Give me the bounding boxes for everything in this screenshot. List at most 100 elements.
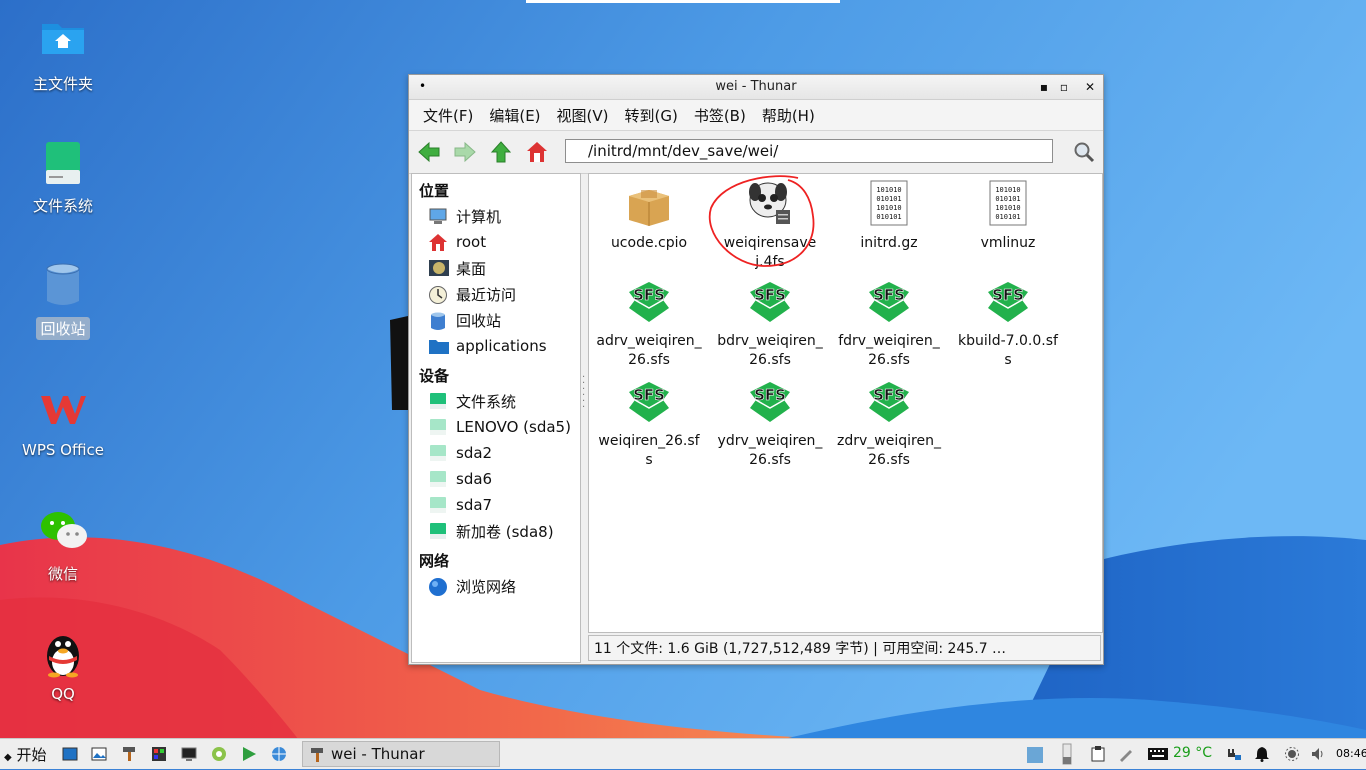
- desktop-icon-wechat[interactable]: 微信: [13, 508, 113, 585]
- file-item[interactable]: SFS zdrv_weiqiren_ 26.sfs: [830, 378, 948, 470]
- image-viewer-icon[interactable]: [91, 746, 107, 762]
- file-item[interactable]: SFS weiqiren_26.sf s: [590, 378, 708, 470]
- desktop-icon-home[interactable]: 主文件夹: [13, 18, 113, 95]
- speaker-icon[interactable]: [1310, 746, 1326, 762]
- taskbar-item-thunar[interactable]: wei - Thunar: [302, 741, 500, 767]
- sidebar-item-sda6[interactable]: sda6: [412, 466, 580, 492]
- keyboard-icon[interactable]: [1148, 746, 1168, 762]
- search-icon[interactable]: [1073, 141, 1095, 167]
- file-item[interactable]: ucode.cpio: [590, 180, 708, 253]
- back-button[interactable]: [417, 140, 441, 164]
- sidebar-item-applications[interactable]: applications: [412, 333, 580, 359]
- sidebar-item-sda7[interactable]: sda7: [412, 492, 580, 518]
- drive-icon: [428, 522, 448, 540]
- menu-edit[interactable]: 编辑(E): [489, 105, 540, 126]
- bell-icon[interactable]: [1254, 746, 1270, 762]
- binary-text-line: 101010: [995, 204, 1020, 212]
- file-item[interactable]: SFS bdrv_weiqiren_ 26.sfs: [711, 278, 829, 370]
- file-item[interactable]: 101010 010101 101010 010101 initrd.gz: [830, 180, 948, 253]
- trash-icon: [428, 311, 448, 330]
- file-item[interactable]: SFS ydrv_weiqiren_ 26.sfs: [711, 378, 829, 470]
- desktop-icon-qq[interactable]: QQ: [13, 630, 113, 704]
- browser-icon[interactable]: [211, 746, 227, 762]
- file-name: weiqiren_26.sf: [598, 433, 700, 449]
- close-button[interactable]: ✕: [1081, 78, 1099, 96]
- location-entry[interactable]: /initrd/mnt/dev_save/wei/: [565, 139, 1053, 163]
- battery-plug-icon[interactable]: [1226, 746, 1242, 762]
- binary-file-icon: 101010 010101 101010 010101: [984, 180, 1032, 228]
- sidebar-item-browse-network[interactable]: 浏览网络: [412, 573, 580, 599]
- desktop-icon-label: 文件系统: [32, 197, 93, 215]
- file-name: zdrv_weiqiren_: [837, 433, 941, 449]
- binary-text-line: 010101: [876, 213, 901, 221]
- folder-icon: [428, 337, 449, 355]
- clock[interactable]: 08:46: [1336, 747, 1366, 760]
- paint-brush-icon[interactable]: [121, 746, 137, 762]
- desktop-icon-trash[interactable]: 回收站: [13, 263, 113, 340]
- sidebar-item-filesystem[interactable]: 文件系统: [412, 388, 580, 414]
- brightness-icon[interactable]: [1284, 746, 1300, 762]
- home-icon: [527, 142, 547, 162]
- maximize-button[interactable]: ▫: [1055, 78, 1073, 96]
- status-bar: 11 个文件: 1.6 GiB (1,727,512,489 字节) | 可用空…: [588, 635, 1101, 661]
- desktop-icon-wps[interactable]: WPS Office: [13, 386, 113, 460]
- sfs-package-icon: SFS: [865, 378, 913, 426]
- volume-slider[interactable]: [1062, 743, 1072, 765]
- sfs-label: SFS: [754, 386, 786, 404]
- globe-icon: [428, 577, 448, 596]
- computer-icon: [428, 207, 448, 225]
- up-button[interactable]: [489, 140, 513, 164]
- file-item[interactable]: SFS adrv_weiqiren_ 26.sfs: [590, 278, 708, 370]
- sidebar-item-recent[interactable]: 最近访问: [412, 281, 580, 307]
- forward-button[interactable]: [453, 140, 477, 164]
- sfs-label: SFS: [873, 286, 905, 304]
- sidebar-item-computer[interactable]: 计算机: [412, 203, 580, 229]
- binary-text-line: 010101: [876, 195, 901, 203]
- minimize-button[interactable]: ▪: [1035, 78, 1053, 96]
- sidebar-item-desktop[interactable]: 桌面: [412, 255, 580, 281]
- menu-bookmarks[interactable]: 书签(B): [694, 105, 746, 126]
- window-titlebar[interactable]: • wei - Thunar ▪ ▫ ✕: [409, 75, 1103, 100]
- file-name: kbuild-7.0.0.sf: [958, 333, 1058, 349]
- sidebar-item-root[interactable]: root: [412, 229, 580, 255]
- sfs-label: SFS: [633, 386, 665, 404]
- sfs-package-icon: SFS: [865, 278, 913, 326]
- clipboard-icon[interactable]: [1090, 746, 1106, 762]
- file-item[interactable]: SFS fdrv_weiqiren_ 26.sfs: [830, 278, 948, 370]
- drive-icon: [39, 140, 87, 188]
- sidebar-item-sda5[interactable]: LENOVO (sda5): [412, 414, 580, 440]
- home-button[interactable]: [525, 140, 549, 164]
- menu-help[interactable]: 帮助(H): [762, 105, 815, 126]
- sidebar-item-trash[interactable]: 回收站: [412, 307, 580, 333]
- start-menu-icon: ◆: [4, 752, 12, 763]
- file-name: ucode.cpio: [610, 235, 688, 251]
- system-monitor-icon[interactable]: [151, 746, 167, 762]
- start-button[interactable]: ◆ 开始: [4, 744, 47, 765]
- binary-text-line: 101010: [995, 186, 1020, 194]
- terminal-icon[interactable]: [181, 746, 197, 762]
- desktop-icon-label: 主文件夹: [32, 75, 93, 93]
- file-name: 26.sfs: [868, 352, 910, 368]
- menu-file[interactable]: 文件(F): [423, 105, 473, 126]
- pen-icon[interactable]: [1118, 746, 1134, 762]
- file-name: 26.sfs: [749, 352, 791, 368]
- binary-text-line: 101010: [876, 204, 901, 212]
- pane-splitter[interactable]: · · · · · ·: [582, 373, 586, 435]
- wps-logo-icon: [39, 386, 87, 434]
- media-player-icon[interactable]: [241, 746, 257, 762]
- side-pane: 位置 计算机 root 桌面 最近访问 回收站 applications 设备: [411, 173, 581, 663]
- file-item[interactable]: SFS kbuild-7.0.0.sf s: [949, 278, 1067, 370]
- menu-go[interactable]: 转到(G): [625, 105, 678, 126]
- tray-notepad-icon[interactable]: [1026, 746, 1044, 764]
- drive-icon: [428, 444, 448, 462]
- sidebar-item-sda2[interactable]: sda2: [412, 440, 580, 466]
- home-icon: [428, 233, 448, 251]
- sfs-package-icon: SFS: [746, 378, 794, 426]
- desktop-icon-filesystem[interactable]: 文件系统: [13, 140, 113, 217]
- file-manager-icon: [309, 746, 325, 770]
- show-desktop-icon[interactable]: [62, 746, 78, 762]
- file-item[interactable]: 101010 010101 101010 010101 vmlinuz: [949, 180, 1067, 253]
- network-globe-icon[interactable]: [271, 746, 287, 762]
- menu-view[interactable]: 视图(V): [557, 105, 609, 126]
- sidebar-item-sda8[interactable]: 新加卷 (sda8): [412, 518, 580, 544]
